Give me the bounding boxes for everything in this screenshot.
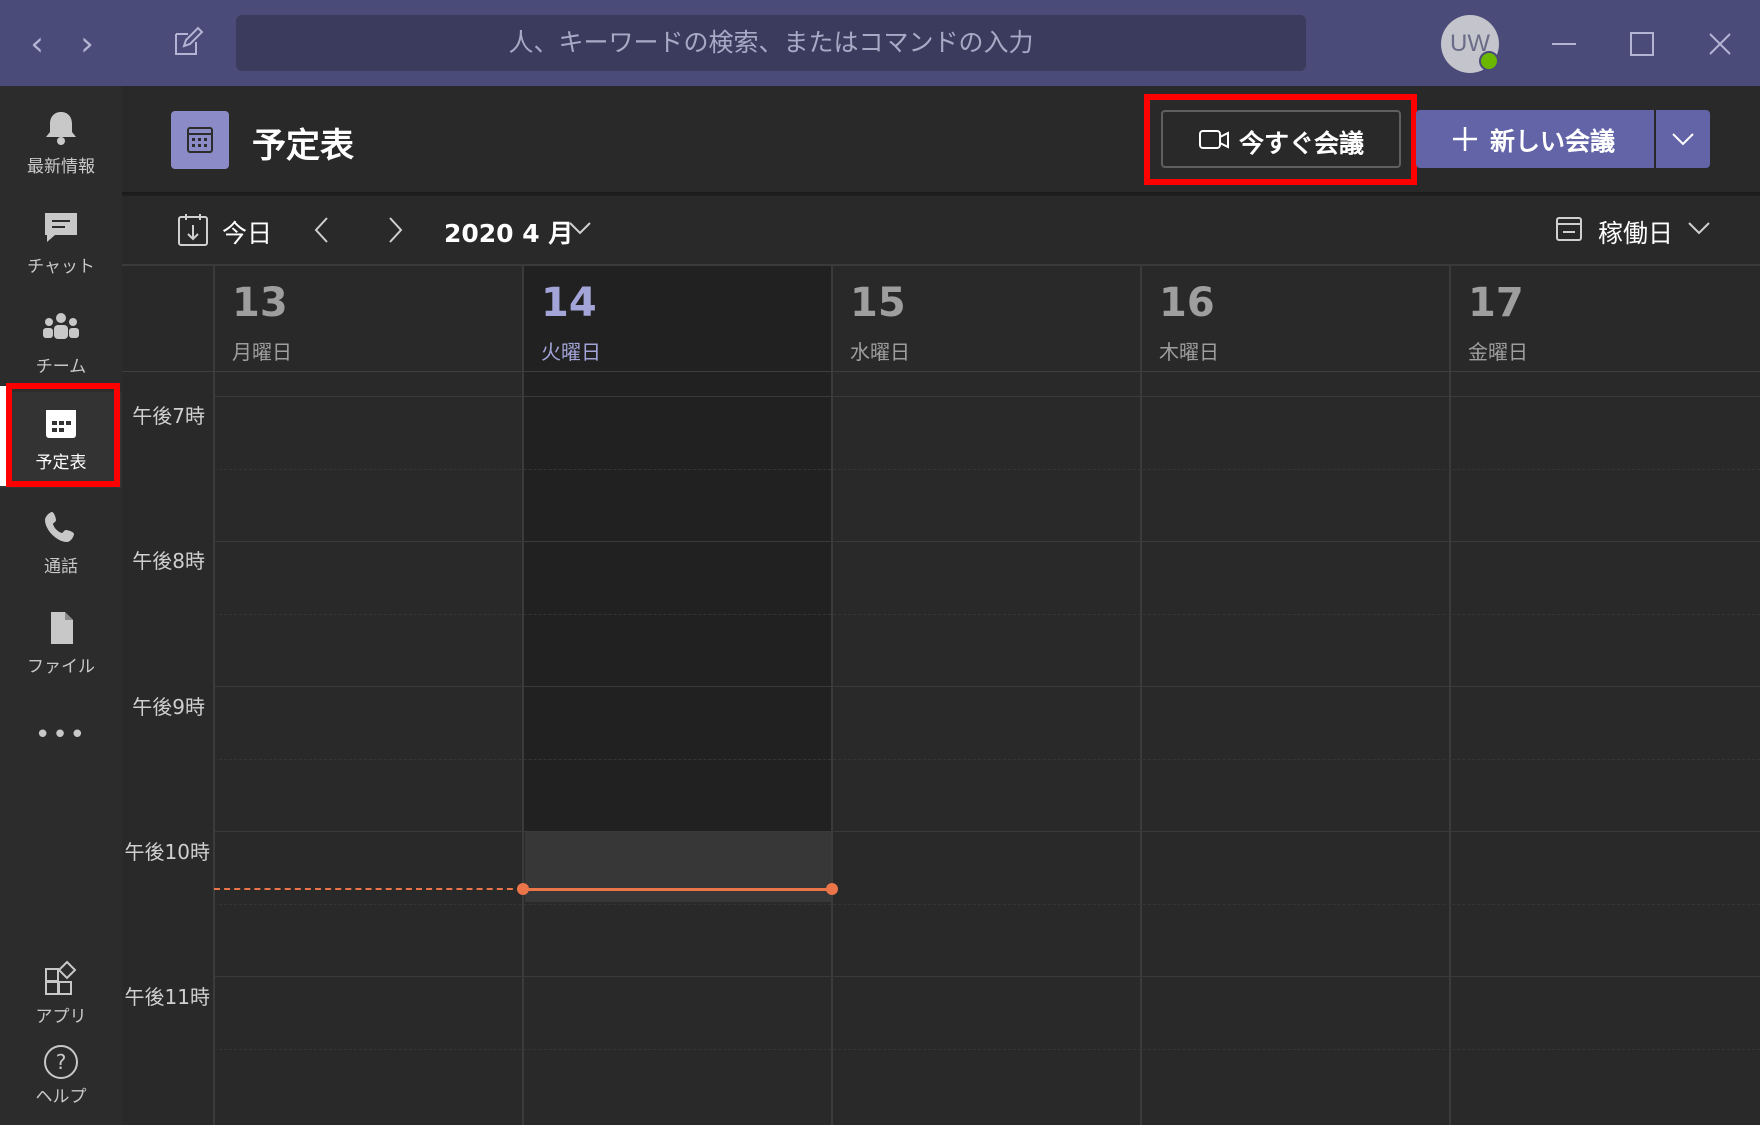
hour-line: [214, 831, 1760, 832]
day-number: 14: [541, 280, 597, 326]
phone-icon: [41, 510, 81, 546]
rail-label: アプリ: [35, 1007, 87, 1027]
hour-line: [214, 686, 1760, 687]
column-divider: [831, 266, 833, 1125]
today-calendar-icon[interactable]: [176, 212, 210, 252]
calendar-grid: [122, 266, 1760, 1125]
rail-item-calls[interactable]: 通話: [0, 496, 122, 592]
calendar-app-icon: [171, 111, 229, 169]
compose-icon[interactable]: [170, 26, 204, 60]
day-number: 15: [850, 280, 906, 326]
search-input[interactable]: 人、キーワードの検索、またはコマンドの入力: [236, 15, 1306, 71]
column-divider: [1449, 266, 1451, 1125]
day-name: 木曜日: [1159, 340, 1219, 364]
column-divider: [522, 266, 524, 1125]
half-hour-line: [214, 904, 1760, 905]
svg-text:?: ?: [56, 1050, 67, 1074]
highlight-box-calendar: [6, 383, 120, 487]
view-calendar-icon: [1554, 212, 1584, 250]
half-hour-line: [214, 614, 1760, 615]
maximize-icon[interactable]: [1622, 24, 1662, 64]
view-selector[interactable]: 稼働日: [1598, 214, 1673, 250]
rail-label: チーム: [35, 357, 87, 377]
chevron-left-icon[interactable]: [309, 212, 335, 252]
current-time-dot: [826, 883, 838, 895]
time-label: 午後11時: [124, 985, 210, 1009]
day-header[interactable]: 16 木曜日: [1141, 266, 1450, 372]
rail-item-activity[interactable]: 最新情報: [0, 96, 122, 192]
half-hour-line: [214, 1049, 1760, 1050]
rail-item-chat[interactable]: チャット: [0, 196, 122, 292]
day-header[interactable]: 13 月曜日: [214, 266, 523, 372]
highlight-box-meet-now: [1144, 94, 1417, 185]
column-divider: [213, 266, 215, 1125]
teams-icon: [41, 310, 81, 346]
new-meeting-button[interactable]: 新しい会議: [1416, 110, 1654, 168]
chevron-right-icon[interactable]: [382, 212, 408, 252]
hour-line: [214, 976, 1760, 977]
day-header[interactable]: 17 金曜日: [1450, 266, 1760, 372]
help-icon: ?: [41, 1044, 81, 1080]
day-name: 金曜日: [1468, 340, 1528, 364]
half-hour-line: [214, 469, 1760, 470]
chat-icon: [41, 210, 81, 246]
current-time-line: [523, 888, 832, 891]
plus-icon: [1452, 126, 1478, 156]
day-header-today[interactable]: 14 火曜日: [523, 266, 832, 372]
chevron-down-icon[interactable]: [567, 216, 593, 244]
header-divider: [122, 371, 1760, 372]
rail-item-help[interactable]: ? ヘルプ: [0, 1044, 122, 1125]
rail-label: ヘルプ: [35, 1087, 87, 1107]
time-label: 午後8時: [132, 549, 205, 573]
chevron-down-icon[interactable]: [1686, 216, 1712, 244]
apps-icon: [41, 960, 81, 996]
new-meeting-label: 新しい会議: [1490, 127, 1616, 156]
rail-label: ファイル: [27, 657, 95, 677]
current-time-dot: [517, 883, 529, 895]
file-icon: [41, 610, 81, 646]
column-divider: [1140, 266, 1142, 1125]
page-title: 予定表: [252, 126, 354, 166]
day-number: 13: [232, 280, 288, 326]
forward-icon[interactable]: ›: [72, 24, 102, 64]
close-icon[interactable]: [1700, 24, 1740, 64]
rail-item-files[interactable]: ファイル: [0, 596, 122, 692]
half-hour-line: [214, 759, 1760, 760]
rail-item-teams[interactable]: チーム: [0, 296, 122, 392]
rail-label: 通話: [44, 557, 78, 577]
rail-item-apps[interactable]: アプリ: [0, 946, 122, 1042]
time-label: 午後9時: [132, 695, 205, 719]
presence-indicator: [1479, 51, 1499, 71]
day-name: 水曜日: [850, 340, 910, 364]
day-number: 17: [1468, 280, 1524, 326]
rail-label: 最新情報: [27, 157, 95, 177]
calendar-toolbar: [122, 196, 1760, 266]
minimize-icon[interactable]: [1544, 24, 1584, 64]
today-button[interactable]: 今日: [222, 214, 272, 250]
day-name: 火曜日: [541, 340, 601, 364]
day-name: 月曜日: [232, 340, 292, 364]
day-header[interactable]: 15 水曜日: [832, 266, 1141, 372]
more-apps-icon[interactable]: •••: [0, 720, 122, 750]
bell-icon: [41, 110, 81, 146]
hour-line: [214, 396, 1760, 397]
chevron-down-icon: [1670, 127, 1696, 155]
back-icon[interactable]: ‹: [22, 24, 52, 64]
title-bar: ‹ › 人、キーワードの検索、またはコマンドの入力 UW: [0, 0, 1760, 86]
month-picker[interactable]: 2020 4 月: [444, 214, 573, 250]
current-time-slot[interactable]: [525, 832, 831, 902]
day-number: 16: [1159, 280, 1215, 326]
time-label: 午後7時: [132, 404, 205, 428]
time-label: 午後10時: [124, 840, 210, 864]
new-meeting-dropdown[interactable]: [1656, 110, 1710, 168]
rail-label: チャット: [27, 257, 95, 277]
hour-line: [214, 541, 1760, 542]
current-time-dashed-line: [214, 888, 523, 890]
